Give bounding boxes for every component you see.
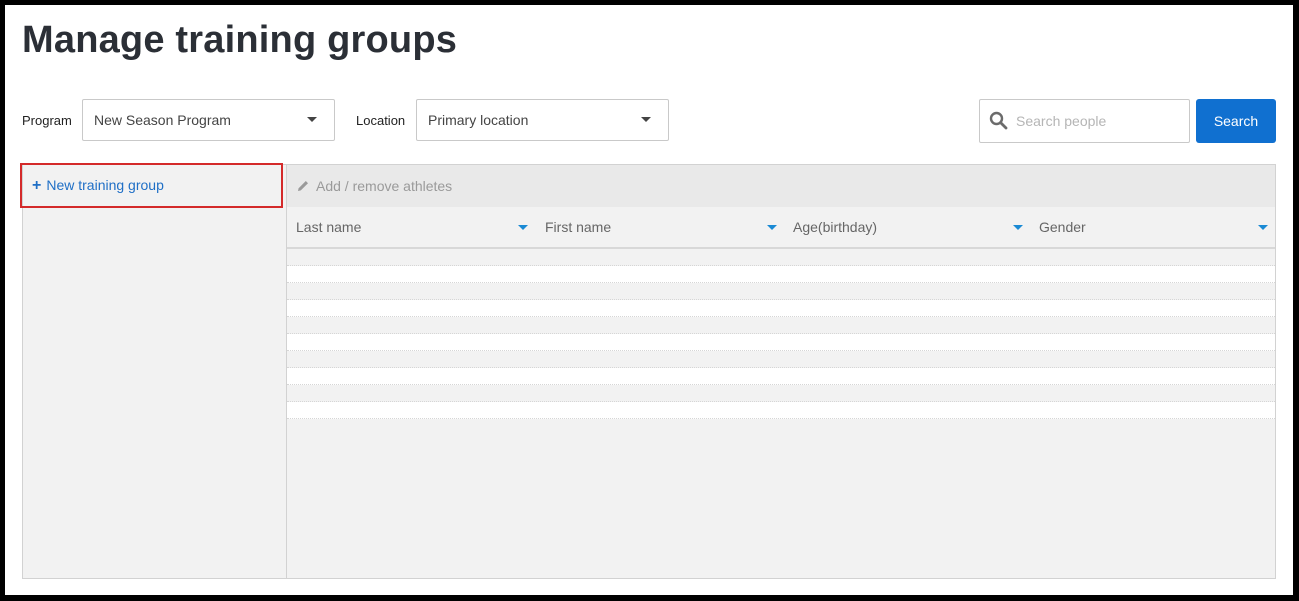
column-header-last-name[interactable]: Last name: [287, 207, 535, 247]
table-header: Last name First name Age(birthday) Gende…: [287, 207, 1275, 249]
caret-down-icon: [641, 117, 651, 122]
table-row[interactable]: [287, 402, 1275, 419]
athletes-toolbar: Add / remove athletes: [287, 165, 1275, 207]
training-group-sidebar: + New training group: [20, 163, 287, 578]
add-remove-athletes-button[interactable]: Add / remove athletes: [296, 165, 452, 207]
search-box[interactable]: [979, 99, 1190, 143]
column-header-age[interactable]: Age(birthday): [784, 207, 1030, 247]
new-training-group-label: New training group: [46, 177, 164, 193]
groups-panel: + New training group Add / remove athlete…: [20, 163, 1276, 579]
caret-down-icon: [307, 117, 317, 122]
table-row[interactable]: [287, 334, 1275, 351]
column-header-label: Last name: [296, 219, 362, 235]
search-button[interactable]: Search: [1196, 99, 1276, 143]
page-title: Manage training groups: [22, 19, 458, 61]
table-row[interactable]: [287, 300, 1275, 317]
sort-caret-icon[interactable]: [1013, 225, 1023, 230]
location-select[interactable]: Primary location: [416, 99, 669, 141]
sort-caret-icon[interactable]: [1258, 225, 1268, 230]
table-row[interactable]: [287, 283, 1275, 300]
athletes-area: Add / remove athletes Last name First na…: [287, 165, 1275, 578]
pencil-icon: [298, 181, 308, 191]
location-label: Location: [356, 113, 406, 128]
table-row[interactable]: [287, 249, 1275, 266]
table-row[interactable]: [287, 266, 1275, 283]
new-training-group-button[interactable]: + New training group: [20, 163, 283, 208]
column-header-gender[interactable]: Gender: [1030, 207, 1275, 247]
program-label: Program: [22, 113, 72, 128]
table-row[interactable]: [287, 385, 1275, 402]
column-header-label: Gender: [1039, 219, 1086, 235]
column-header-first-name[interactable]: First name: [536, 207, 784, 247]
plus-icon: +: [32, 177, 42, 194]
table-row[interactable]: [287, 317, 1275, 334]
search-icon: [989, 111, 1008, 135]
program-select[interactable]: New Season Program: [82, 99, 335, 141]
add-remove-athletes-label: Add / remove athletes: [316, 178, 453, 194]
column-header-label: Age(birthday): [793, 219, 878, 235]
table-row[interactable]: [287, 351, 1275, 368]
page: Manage training groups Program New Seaso…: [5, 5, 1293, 595]
sort-caret-icon[interactable]: [518, 225, 528, 230]
table-body: [287, 249, 1275, 419]
sort-caret-icon[interactable]: [767, 225, 777, 230]
column-header-label: First name: [545, 219, 612, 235]
location-select-value: Primary location: [428, 112, 529, 128]
search-input[interactable]: [1016, 100, 1181, 142]
program-select-value: New Season Program: [94, 112, 231, 128]
table-row[interactable]: [287, 368, 1275, 385]
